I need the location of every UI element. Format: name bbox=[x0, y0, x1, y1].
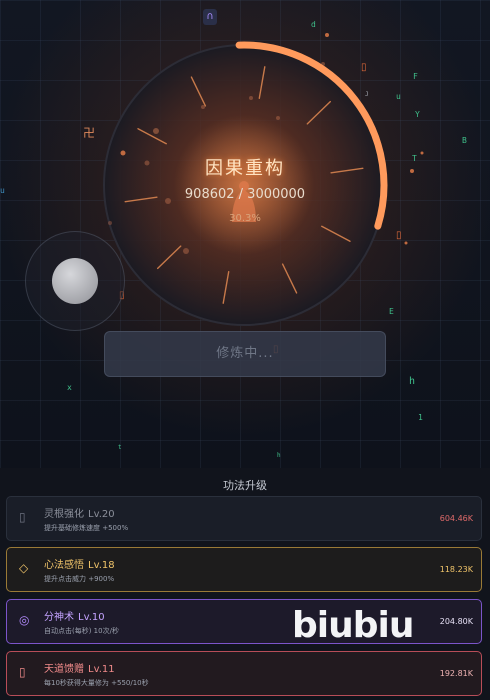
swastika-symbol: 卍 bbox=[83, 126, 96, 140]
upgrade-card-gift[interactable]: ▯ 天道馈赠 Lv.11 每10秒获得大量修为 +550/10秒 192.81K bbox=[6, 651, 482, 696]
watermark-logo: biubiu bbox=[292, 605, 414, 646]
upgrade-cost: 192.81K bbox=[439, 669, 473, 678]
upgrade-name: 灵根强化 Lv.20 bbox=[44, 509, 115, 520]
upgrade-cost: 204.80K bbox=[439, 617, 473, 626]
upgrade-cost: 118.23K bbox=[439, 565, 473, 574]
progress-percent: 30.3% bbox=[229, 213, 261, 224]
joystick-knob[interactable] bbox=[52, 258, 98, 304]
upgrade-card-mind[interactable]: ◇ 心法感悟 Lv.18 提升点击威力 +900% 118.23K bbox=[6, 547, 482, 592]
upgrade-desc: 提升基础修炼速度 +500% bbox=[44, 524, 129, 532]
upgrade-desc: 自动点击(每秒) 10次/秒 bbox=[44, 627, 119, 635]
game-scene[interactable]: d F u Y B T E x h 1 t h u J ∩ 因果重构 90860… bbox=[0, 0, 490, 468]
upgrade-name: 心法感悟 Lv.18 bbox=[44, 560, 115, 571]
float-symbol: ▯ bbox=[396, 230, 402, 241]
joystick[interactable] bbox=[25, 231, 125, 331]
upgrade-cost: 604.46K bbox=[439, 514, 473, 523]
upgrade-name: 天道馈赠 Lv.11 bbox=[44, 664, 115, 675]
progress-count: 908602 / 3000000 bbox=[184, 187, 306, 202]
upgrade-name: 分神术 Lv.10 bbox=[44, 612, 105, 623]
float-symbol: ▯ bbox=[361, 62, 367, 73]
diamond-icon: ◇ bbox=[19, 561, 29, 575]
upgrade-panel: 功法升级 ▯ 灵根强化 Lv.20 提升基础修炼速度 +500% 604.46K … bbox=[0, 468, 490, 700]
upgrade-desc: 每10秒获得大量修为 +550/10秒 bbox=[44, 679, 149, 687]
panel-title: 功法升级 bbox=[223, 479, 267, 492]
cultivate-button[interactable]: 修炼中... bbox=[104, 331, 386, 377]
upgrade-desc: 提升点击威力 +900% bbox=[44, 575, 115, 583]
target-icon: ◎ bbox=[19, 613, 30, 627]
stage-title: 因果重构 bbox=[205, 158, 285, 179]
root-icon: ▯ bbox=[19, 510, 26, 524]
upgrade-card-root[interactable]: ▯ 灵根强化 Lv.20 提升基础修炼速度 +500% 604.46K bbox=[6, 496, 482, 541]
gift-icon: ▯ bbox=[19, 665, 26, 679]
